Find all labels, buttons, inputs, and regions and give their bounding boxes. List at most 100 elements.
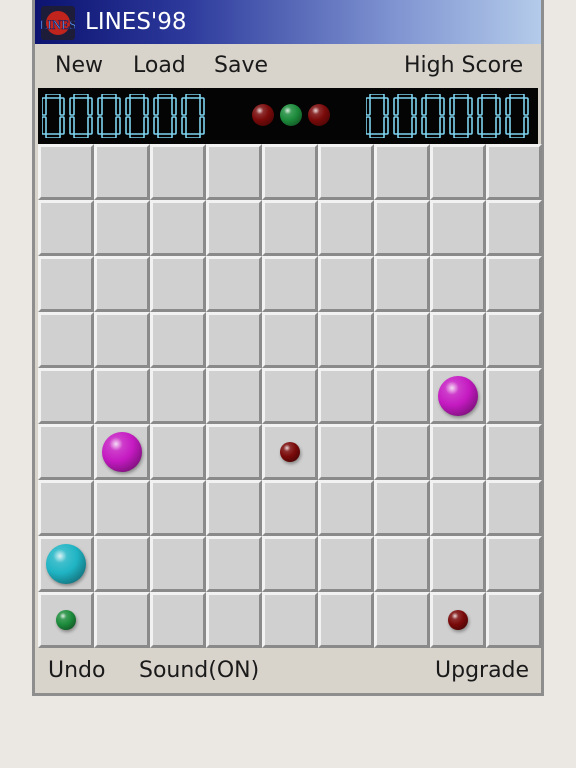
board-cell[interactable] — [206, 256, 262, 312]
ball[interactable] — [102, 432, 142, 472]
board-cell[interactable] — [150, 312, 206, 368]
digit-segment — [101, 94, 117, 99]
board-cell[interactable] — [374, 592, 430, 648]
board-cell[interactable] — [150, 536, 206, 592]
board-cell[interactable] — [262, 256, 318, 312]
board-cell[interactable] — [318, 368, 374, 424]
board-cell[interactable] — [38, 312, 94, 368]
board-cell[interactable] — [206, 312, 262, 368]
digit-segment — [421, 97, 427, 116]
board-cell[interactable] — [430, 536, 486, 592]
board-cell[interactable] — [206, 536, 262, 592]
next-ball — [252, 104, 274, 126]
board-cell[interactable] — [262, 592, 318, 648]
small-ball[interactable] — [448, 610, 468, 630]
board-cell[interactable] — [94, 536, 150, 592]
ball[interactable] — [438, 376, 478, 416]
board-cell[interactable] — [374, 256, 430, 312]
board-cell[interactable] — [94, 480, 150, 536]
board-cell[interactable] — [486, 368, 542, 424]
board-cell[interactable] — [430, 144, 486, 200]
digit-segment — [87, 116, 93, 135]
game-window: LINES LINES'98 New Load Save High Score … — [32, 0, 544, 696]
board-cell[interactable] — [430, 256, 486, 312]
board-cell[interactable] — [374, 536, 430, 592]
board-cell[interactable] — [318, 144, 374, 200]
board-cell[interactable] — [94, 200, 150, 256]
board-cell[interactable] — [430, 480, 486, 536]
board-cell[interactable] — [318, 480, 374, 536]
board-cell[interactable] — [94, 312, 150, 368]
board-cell[interactable] — [94, 256, 150, 312]
board-cell[interactable] — [430, 424, 486, 480]
board-cell[interactable] — [430, 200, 486, 256]
board-cell[interactable] — [318, 424, 374, 480]
board-cell[interactable] — [486, 424, 542, 480]
board-cell[interactable] — [486, 592, 542, 648]
board-cell[interactable] — [38, 368, 94, 424]
upgrade-button[interactable]: Upgrade — [435, 657, 529, 685]
board-cell[interactable] — [94, 144, 150, 200]
board-cell[interactable] — [262, 480, 318, 536]
board-cell[interactable] — [486, 480, 542, 536]
board-cell[interactable] — [374, 368, 430, 424]
board-cell[interactable] — [374, 312, 430, 368]
board-cell[interactable] — [206, 368, 262, 424]
board-cell[interactable] — [38, 480, 94, 536]
undo-button[interactable]: Undo — [48, 657, 105, 685]
board-cell[interactable] — [206, 144, 262, 200]
board-cell[interactable] — [318, 536, 374, 592]
board-cell[interactable] — [374, 480, 430, 536]
board-cell[interactable] — [262, 536, 318, 592]
digit-segment — [393, 116, 399, 135]
board-cell[interactable] — [206, 200, 262, 256]
board-cell[interactable] — [150, 144, 206, 200]
board-cell[interactable] — [262, 200, 318, 256]
board-cell[interactable] — [150, 256, 206, 312]
board-cell[interactable] — [486, 144, 542, 200]
board-cell[interactable] — [486, 312, 542, 368]
board-cell[interactable] — [150, 480, 206, 536]
board-cell[interactable] — [38, 424, 94, 480]
board-cell[interactable] — [206, 424, 262, 480]
board-cell[interactable] — [206, 480, 262, 536]
board-cell[interactable] — [150, 200, 206, 256]
menu-save[interactable]: Save — [214, 52, 268, 80]
ball[interactable] — [46, 544, 86, 584]
board-cell[interactable] — [150, 424, 206, 480]
sound-toggle[interactable]: Sound(ON) — [139, 657, 259, 685]
board-cell[interactable] — [318, 592, 374, 648]
board-cell[interactable] — [94, 368, 150, 424]
board-cell[interactable] — [318, 312, 374, 368]
board-cell[interactable] — [430, 312, 486, 368]
board-cell[interactable] — [150, 592, 206, 648]
board-cell[interactable] — [38, 200, 94, 256]
board-cell[interactable] — [318, 200, 374, 256]
board-cell[interactable] — [318, 256, 374, 312]
board-cell[interactable] — [94, 592, 150, 648]
menu-load[interactable]: Load — [133, 52, 186, 80]
board-cell[interactable] — [374, 200, 430, 256]
menu-new[interactable]: New — [55, 52, 103, 80]
board-cell[interactable] — [374, 144, 430, 200]
small-ball[interactable] — [280, 442, 300, 462]
board-cell[interactable] — [374, 424, 430, 480]
board-cell[interactable] — [262, 144, 318, 200]
digit-segment — [366, 116, 371, 135]
board-cell[interactable] — [486, 256, 542, 312]
digit-segment — [125, 116, 131, 135]
small-ball[interactable] — [56, 610, 76, 630]
board-cell[interactable] — [262, 312, 318, 368]
board-cell[interactable] — [38, 256, 94, 312]
digit-segment — [523, 116, 529, 135]
board-cell[interactable] — [262, 368, 318, 424]
board-cell[interactable] — [486, 536, 542, 592]
board-cell[interactable] — [486, 200, 542, 256]
board-cell[interactable] — [206, 592, 262, 648]
digit-segment — [153, 97, 159, 116]
board-cell[interactable] — [38, 144, 94, 200]
digit-segment — [69, 116, 75, 135]
next-ball — [308, 104, 330, 126]
board-cell[interactable] — [150, 368, 206, 424]
menu-high-score[interactable]: High Score — [404, 52, 523, 80]
